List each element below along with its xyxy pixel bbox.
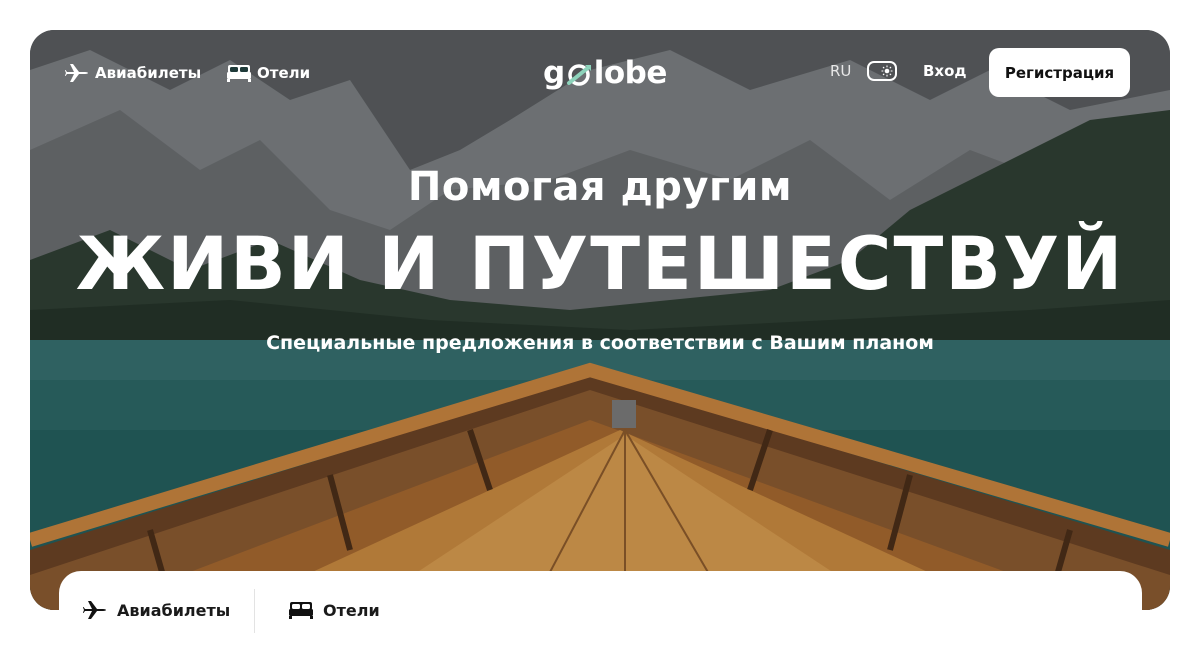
nav-hotels-link[interactable]: Отели <box>227 62 310 84</box>
register-button[interactable]: Регистрация <box>989 48 1130 97</box>
tab-hotels-label: Отели <box>323 600 380 620</box>
top-navigation: Авиабилеты Отели g lobe RU Вход Регистра… <box>30 30 1170 116</box>
hero-tagline: Специальные предложения в соответствии с… <box>266 332 934 354</box>
bed-icon <box>289 602 313 619</box>
language-switch[interactable]: RU <box>830 62 851 80</box>
nav-flights-link[interactable]: Авиабилеты <box>65 62 201 84</box>
logo-mark-icon <box>566 64 591 86</box>
tab-divider <box>254 589 255 633</box>
tab-hotels[interactable]: Отели <box>289 598 380 622</box>
hero-banner: Авиабилеты Отели g lobe RU Вход Регистра… <box>30 30 1170 610</box>
logo-text-end: lobe <box>593 55 668 91</box>
tab-flights-label: Авиабилеты <box>117 600 231 620</box>
hero-title: ЖИВИ И ПУТЕШЕСТВУЙ <box>75 222 1125 307</box>
nav-hotels-label: Отели <box>257 64 311 82</box>
tab-flights[interactable]: Авиабилеты <box>83 598 230 622</box>
logo-text-start: g <box>543 55 565 91</box>
search-panel: Авиабилеты Отели <box>59 571 1142 651</box>
sun-icon <box>881 65 893 77</box>
plane-icon <box>65 64 88 82</box>
theme-toggle[interactable] <box>867 61 897 81</box>
hero-subtitle: Помогая другим <box>407 164 793 210</box>
nav-flights-label: Авиабилеты <box>95 64 202 82</box>
golobe-logo[interactable]: g lobe <box>543 53 667 93</box>
bed-icon <box>227 65 251 82</box>
login-link[interactable]: Вход <box>923 62 967 80</box>
plane-icon <box>83 601 106 619</box>
